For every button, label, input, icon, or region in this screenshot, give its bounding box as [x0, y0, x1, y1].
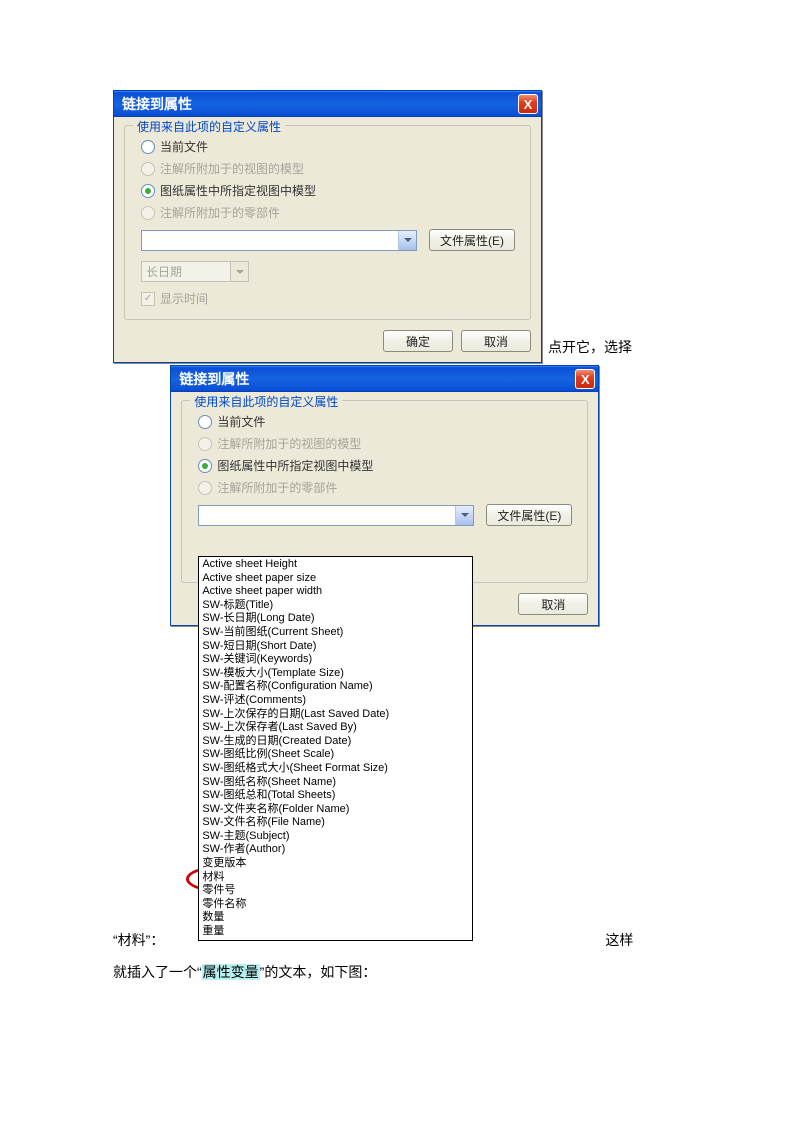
radio-label: 当前文件: [217, 413, 265, 430]
groupbox-custom-props: 使用来自此项的自定义属性 当前文件 注解所附加于的视图的模型 图纸属性中所指定视…: [181, 400, 588, 583]
groupbox-custom-props: 使用来自此项的自定义属性 当前文件 注解所附加于的视图的模型 图纸属性中所指定视…: [124, 125, 531, 320]
dropdown-option[interactable]: 材料: [199, 871, 472, 885]
radio-sheet-specified-model[interactable]: 图纸属性中所指定视图中模型: [141, 182, 520, 199]
radio-icon: [141, 162, 155, 176]
cancel-button[interactable]: 取消: [518, 593, 588, 615]
dropdown-option[interactable]: SW-当前图纸(Current Sheet): [199, 626, 472, 640]
body-text: “材料”：: [113, 930, 164, 950]
dropdown-option[interactable]: SW-上次保存者(Last Saved By): [199, 721, 472, 735]
dropdown-option[interactable]: SW-短日期(Short Date): [199, 640, 472, 654]
body-text: 就插入了一个“属性变量”的文本，如下图：: [113, 962, 800, 982]
dropdown-option[interactable]: SW-评述(Comments): [199, 694, 472, 708]
radio-view-model: 注解所附加于的视图的模型: [198, 435, 577, 452]
file-attributes-button[interactable]: 文件属性(E): [486, 504, 572, 526]
file-attributes-button[interactable]: 文件属性(E): [429, 229, 515, 251]
property-dropdown[interactable]: [198, 505, 474, 526]
show-time-checkbox: ✓ 显示时间: [141, 290, 520, 307]
radio-icon: [141, 184, 155, 198]
radio-sheet-specified-model[interactable]: 图纸属性中所指定视图中模型: [198, 457, 577, 474]
radio-label: 图纸属性中所指定视图中模型: [217, 457, 373, 474]
radio-icon: [198, 481, 212, 495]
titlebar: 链接到属性 X: [114, 91, 541, 117]
dropdown-option[interactable]: SW-标题(Title): [199, 599, 472, 613]
close-icon[interactable]: X: [518, 94, 538, 114]
chevron-down-icon[interactable]: [455, 506, 473, 525]
dropdown-option[interactable]: SW-关键词(Keywords): [199, 653, 472, 667]
date-format-dropdown: 长日期: [141, 261, 249, 282]
dropdown-option[interactable]: SW-上次保存的日期(Last Saved Date): [199, 708, 472, 722]
close-icon[interactable]: X: [575, 369, 595, 389]
radio-label: 当前文件: [160, 138, 208, 155]
body-text: 点开它，选择: [548, 337, 632, 357]
radio-label: 注解所附加于的视图的模型: [217, 435, 361, 452]
dropdown-option[interactable]: SW-文件夹名称(Folder Name): [199, 803, 472, 817]
dialog-link-property-1: 链接到属性 X 使用来自此项的自定义属性 当前文件 注解所附加于的视图的模型: [113, 90, 542, 363]
dropdown-option[interactable]: 零件号: [199, 884, 472, 898]
dropdown-option[interactable]: SW-生成的日期(Created Date): [199, 735, 472, 749]
dropdown-option[interactable]: SW-长日期(Long Date): [199, 612, 472, 626]
dropdown-option[interactable]: SW-图纸名称(Sheet Name): [199, 776, 472, 790]
property-dropdown-list[interactable]: Active sheet HeightActive sheet paper si…: [198, 556, 473, 941]
check-icon: ✓: [141, 292, 155, 306]
ok-button[interactable]: 确定: [383, 330, 453, 352]
dropdown-option[interactable]: SW-配置名称(Configuration Name): [199, 680, 472, 694]
radio-label: 注解所附加于的零部件: [217, 479, 337, 496]
radio-component: 注解所附加于的零部件: [141, 204, 520, 221]
dropdown-option[interactable]: SW-文件名称(File Name): [199, 816, 472, 830]
dropdown-option[interactable]: SW-主题(Subject): [199, 830, 472, 844]
body-text: 这样: [605, 930, 633, 950]
radio-icon: [141, 206, 155, 220]
dropdown-option[interactable]: SW-图纸比例(Sheet Scale): [199, 748, 472, 762]
dialog-body: 使用来自此项的自定义属性 当前文件 注解所附加于的视图的模型 图纸属性中所指定视…: [171, 392, 598, 625]
radio-icon: [198, 459, 212, 473]
dialog-body: 使用来自此项的自定义属性 当前文件 注解所附加于的视图的模型 图纸属性中所指定视…: [114, 117, 541, 362]
radio-label: 注解所附加于的视图的模型: [160, 160, 304, 177]
dropdown-option[interactable]: Active sheet Height: [199, 558, 472, 572]
dialog-title: 链接到属性: [122, 94, 192, 114]
dialog-title: 链接到属性: [179, 369, 249, 389]
chevron-down-icon[interactable]: [398, 231, 416, 250]
radio-label: 注解所附加于的零部件: [160, 204, 280, 221]
dropdown-option[interactable]: 变更版本: [199, 857, 472, 871]
radio-icon: [141, 140, 155, 154]
radio-current-file[interactable]: 当前文件: [141, 138, 520, 155]
dropdown-option[interactable]: 重量: [199, 925, 472, 939]
radio-current-file[interactable]: 当前文件: [198, 413, 577, 430]
dialog-link-property-2: 链接到属性 X 使用来自此项的自定义属性 当前文件 注解所附加于的视图的模型: [170, 365, 599, 626]
show-time-label: 显示时间: [160, 290, 208, 307]
dropdown-option[interactable]: Active sheet paper width: [199, 585, 472, 599]
dropdown-option[interactable]: Active sheet paper size: [199, 572, 472, 586]
radio-component: 注解所附加于的零部件: [198, 479, 577, 496]
dropdown-option[interactable]: SW-图纸格式大小(Sheet Format Size): [199, 762, 472, 776]
cancel-button[interactable]: 取消: [461, 330, 531, 352]
radio-icon: [198, 415, 212, 429]
dropdown-option[interactable]: SW-作者(Author): [199, 843, 472, 857]
highlighted-term: 属性变量: [202, 964, 260, 980]
property-dropdown[interactable]: [141, 230, 417, 251]
radio-icon: [198, 437, 212, 451]
radio-view-model: 注解所附加于的视图的模型: [141, 160, 520, 177]
dropdown-option[interactable]: SW-图纸总和(Total Sheets): [199, 789, 472, 803]
titlebar: 链接到属性 X: [171, 366, 598, 392]
radio-label: 图纸属性中所指定视图中模型: [160, 182, 316, 199]
dropdown-option[interactable]: 数量: [199, 911, 472, 925]
dropdown-option[interactable]: 零件名称: [199, 898, 472, 912]
chevron-down-icon: [230, 262, 248, 281]
group-legend: 使用来自此项的自定义属性: [133, 118, 285, 135]
dropdown-option[interactable]: SW-模板大小(Template Size): [199, 667, 472, 681]
group-legend: 使用来自此项的自定义属性: [190, 393, 342, 410]
date-format-label: 长日期: [146, 263, 182, 280]
